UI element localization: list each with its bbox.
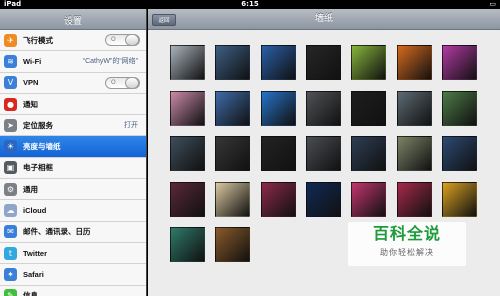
wallpaper-pink-flower[interactable] (351, 181, 387, 217)
sidebar-item[interactable]: ● 通知 (0, 93, 146, 116)
mail-icon: ✉ (4, 225, 17, 239)
settings-sidebar: 设置 ✈ 飞行模式 O ≋ Wi-Fi “CathyW”的“网络” V VPN O ● 通知 ➤ 定位服… (0, 9, 147, 296)
wallpaper-mask[interactable] (215, 227, 251, 262)
sidebar-title: 设置 (63, 17, 82, 27)
watermark: 百科全说 助你轻松解决 (348, 222, 466, 266)
notification-icon: ● (4, 97, 17, 111)
wallpaper-mesh[interactable] (260, 136, 296, 171)
sidebar-item-label: 电子相框 (23, 163, 53, 173)
wallpaper-grey-2[interactable] (305, 90, 341, 126)
wallpaper-dark-1[interactable] (305, 45, 341, 80)
clock: 6:15 (241, 0, 259, 8)
wallpaper-earth[interactable] (260, 45, 296, 80)
wallpaper-wave[interactable] (260, 90, 296, 126)
sidebar-item-value: “CathyW”的“网络” (82, 58, 138, 66)
sidebar-item-label: 定位服务 (23, 120, 53, 130)
wallpaper-lotus[interactable] (170, 90, 205, 126)
safari-icon: ✦ (4, 267, 17, 281)
wallpaper-steel[interactable] (170, 136, 205, 171)
wallpaper-pattern-pink[interactable] (260, 181, 296, 217)
location-icon: ➤ (4, 118, 17, 132)
main-header: 返回 墙纸 (148, 9, 500, 30)
vpn-icon: V (4, 76, 17, 90)
watermark-title: 百科全说 (372, 224, 441, 243)
wallpaper-purple-flowers[interactable] (441, 45, 477, 80)
wallpaper-yellow-flower[interactable] (441, 181, 477, 217)
wifi-icon: ≋ (4, 54, 17, 68)
toggle-knob (125, 34, 139, 47)
sidebar-item[interactable]: ✎ 信息 (0, 285, 146, 296)
wallpaper-slate[interactable] (396, 90, 432, 126)
gear-icon: ⚙ (4, 182, 17, 196)
sidebar-item-value: 打开 (124, 122, 138, 130)
sidebar-item-label: Wi-Fi (23, 56, 42, 66)
sidebar-item[interactable]: ✈ 飞行模式 O (0, 30, 146, 52)
battery-icon: ▭ (489, 0, 496, 8)
sidebar-item[interactable]: ▣ 电子相框 (0, 157, 146, 180)
wallpaper-navy[interactable] (351, 136, 387, 171)
sidebar-item-label: 飞行模式 (23, 35, 53, 45)
sidebar-item-label: 信息 (23, 291, 38, 296)
airplane-icon: ✈ (4, 33, 17, 47)
toggle-switch[interactable]: O (105, 76, 140, 89)
toggle-label: O (111, 78, 116, 86)
wallpaper-bokeh[interactable] (305, 181, 341, 217)
brightness-icon: ☀ (4, 140, 17, 154)
toggle-switch[interactable]: O (105, 34, 140, 47)
sidebar-item[interactable]: ≋ Wi-Fi “CathyW”的“网络” (0, 51, 146, 73)
sidebar-item-label: 通知 (23, 99, 38, 109)
toggle-knob (125, 76, 139, 89)
wallpaper-green[interactable] (351, 45, 387, 80)
sidebar-item-label: Safari (23, 269, 44, 279)
page-title: 墙纸 (314, 14, 333, 24)
wallpaper-orange-flowers[interactable] (396, 45, 432, 80)
wallpaper-feather[interactable] (170, 227, 205, 262)
sidebar-item-label: iCloud (23, 206, 47, 216)
sidebar-item[interactable]: t Twitter (0, 242, 146, 265)
wallpaper-lake[interactable] (215, 45, 251, 80)
wallpaper-grey[interactable] (170, 45, 205, 80)
sidebar-item[interactable]: ☁ iCloud (0, 200, 146, 222)
wallpaper-leaf[interactable] (441, 90, 477, 126)
messages-icon: ✎ (4, 289, 17, 296)
wallpaper-dark-2[interactable] (351, 90, 387, 126)
sidebar-item-label: 亮度与墙纸 (23, 142, 61, 152)
sidebar-item[interactable]: ☀ 亮度与墙纸 (0, 136, 146, 158)
sidebar-item-label: 邮件、通讯录、日历 (23, 227, 91, 237)
wallpaper-plum[interactable] (170, 181, 205, 217)
wallpaper-denim[interactable] (441, 136, 477, 171)
sidebar-item-label: 通用 (23, 184, 38, 194)
sidebar-item[interactable]: ✉ 邮件、通讯录、日历 (0, 221, 146, 243)
sidebar-item[interactable]: ⚙ 通用 (0, 179, 146, 201)
sidebar-item[interactable]: V VPN O (0, 72, 146, 94)
sidebar-header: 设置 (0, 9, 146, 30)
twitter-icon: t (4, 246, 17, 260)
sidebar-item-label: Twitter (23, 248, 48, 258)
sidebar-list: ✈ 飞行模式 O ≋ Wi-Fi “CathyW”的“网络” V VPN O ● 通知 ➤ 定位服务 打开… (0, 30, 146, 296)
sidebar-item[interactable]: ✦ Safari (0, 264, 146, 286)
wallpaper-olive[interactable] (396, 136, 432, 171)
wallpaper-sand[interactable] (215, 181, 251, 217)
sidebar-item[interactable]: ➤ 定位服务 打开 (0, 115, 146, 137)
cloud-icon: ☁ (4, 204, 17, 218)
status-bar: iPad 6:15 ▭ (0, 0, 500, 9)
picture-frame-icon: ▣ (4, 161, 17, 175)
sidebar-item-label: VPN (23, 78, 39, 88)
wallpaper-fabric[interactable] (305, 136, 341, 171)
wallpaper-blue-mist[interactable] (215, 90, 251, 126)
wallpaper-red-flower[interactable] (396, 181, 432, 217)
watermark-subtitle: 助你轻松解决 (380, 248, 434, 257)
toggle-label: O (111, 36, 116, 44)
wallpaper-charcoal[interactable] (215, 136, 251, 171)
